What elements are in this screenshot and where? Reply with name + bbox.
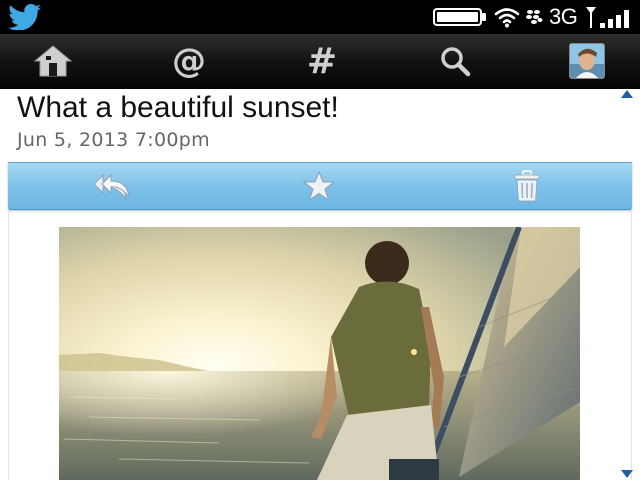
- nav-trends-button[interactable]: #: [298, 34, 346, 88]
- scroll-up-arrow-icon[interactable]: [621, 90, 633, 98]
- trash-icon: [514, 170, 540, 202]
- bbm-icon: [526, 10, 543, 24]
- nav-mentions-button[interactable]: @: [165, 34, 213, 88]
- battery-icon: [433, 8, 486, 26]
- twitter-bird-icon[interactable]: [8, 4, 42, 30]
- nav-search-button[interactable]: [432, 34, 478, 88]
- reply-icon: [93, 173, 130, 201]
- search-icon: [441, 47, 471, 77]
- scroll-down-arrow-icon[interactable]: [621, 470, 633, 478]
- signal-bars-icon: [586, 7, 629, 28]
- at-icon: @: [172, 41, 206, 81]
- tweet-action-bar: [8, 162, 632, 210]
- nav-home-button[interactable]: [28, 34, 78, 88]
- avatar: [569, 43, 605, 79]
- home-icon: [33, 45, 73, 77]
- post-title: What a beautiful sunset!: [17, 91, 339, 124]
- sunset-sailboat-image: [59, 227, 580, 480]
- nav-bar: @ #: [0, 34, 640, 89]
- delete-button[interactable]: [507, 169, 547, 203]
- favorite-button[interactable]: [299, 169, 339, 203]
- post-timestamp: Jun 5, 2013 7:00pm: [17, 129, 210, 151]
- nav-profile-button[interactable]: [565, 34, 609, 88]
- wifi-icon: [494, 8, 520, 28]
- star-icon: [303, 171, 335, 201]
- hashtag-icon: #: [306, 40, 338, 82]
- tweet-photo[interactable]: [59, 227, 580, 480]
- reply-button[interactable]: [92, 169, 132, 203]
- network-type-label: 3G: [549, 4, 578, 29]
- status-bar: 3G: [0, 0, 640, 34]
